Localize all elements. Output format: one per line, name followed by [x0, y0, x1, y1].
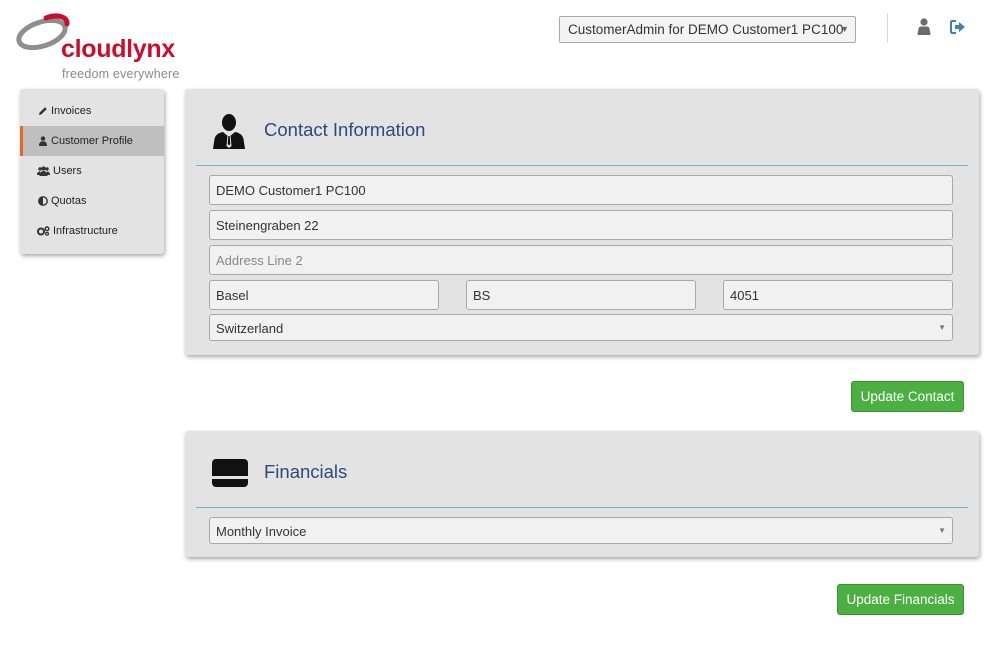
sidebar-item-label: Users — [53, 165, 82, 177]
panel-divider — [196, 507, 968, 508]
chevron-down-icon: ▼ — [840, 24, 849, 34]
users-icon — [37, 166, 50, 177]
billing-method-select[interactable]: Monthly Invoice ▼ — [209, 517, 953, 544]
cloudlynx-logo[interactable]: cloudlynx freedom everywhere — [14, 10, 194, 85]
customer-name-field[interactable]: DEMO Customer1 PC100 — [209, 175, 953, 205]
pencil-icon — [37, 106, 48, 117]
update-contact-button[interactable]: Update Contact — [851, 381, 964, 412]
contact-panel-title: Contact Information — [264, 119, 426, 140]
contact-panel: Contact Information DEMO Customer1 PC100… — [185, 89, 979, 355]
sidebar: Invoices Customer Profile Users Quotas I… — [20, 89, 164, 254]
sidebar-item-label: Customer Profile — [51, 135, 133, 147]
chevron-down-icon: ▼ — [938, 323, 946, 332]
chevron-down-icon: ▼ — [938, 526, 946, 535]
account-select-value: CustomerAdmin for DEMO Customer1 PC100 — [568, 22, 844, 37]
half-circle-icon — [37, 196, 48, 207]
user-icon — [37, 136, 48, 147]
header-divider — [887, 13, 888, 43]
account-select[interactable]: CustomerAdmin for DEMO Customer1 PC100 ▼ — [559, 16, 856, 43]
financials-panel-header: Financials — [185, 431, 979, 507]
panel-divider — [196, 165, 968, 166]
sidebar-item-label: Quotas — [51, 195, 87, 207]
financials-panel: Financials Monthly Invoice ▼ — [185, 431, 979, 557]
sign-out-icon[interactable] — [950, 18, 966, 36]
sidebar-item-users[interactable]: Users — [20, 156, 164, 186]
brand-tagline: freedom everywhere — [62, 67, 180, 81]
sidebar-item-label: Invoices — [51, 105, 92, 117]
cogs-icon — [37, 226, 50, 237]
financials-panel-title: Financials — [264, 461, 348, 482]
country-select[interactable]: Switzerland ▼ — [209, 314, 953, 341]
zip-field[interactable]: 4051 — [723, 280, 953, 310]
brand-name: cloudlynx — [61, 35, 175, 63]
address-line-1-field[interactable]: Steinengraben 22 — [209, 210, 953, 240]
city-field[interactable]: Basel — [209, 280, 439, 310]
country-select-value: Switzerland — [216, 321, 284, 336]
user-icon[interactable] — [916, 18, 932, 36]
sidebar-item-invoices[interactable]: Invoices — [20, 96, 164, 126]
sidebar-item-customer-profile[interactable]: Customer Profile — [20, 126, 164, 156]
contact-panel-header: Contact Information — [185, 89, 979, 165]
address-line-2-field[interactable]: Address Line 2 — [209, 245, 953, 275]
sidebar-item-infrastructure[interactable]: Infrastructure — [20, 216, 164, 246]
sidebar-item-label: Infrastructure — [53, 225, 118, 237]
person-icon — [213, 114, 245, 149]
sidebar-item-quotas[interactable]: Quotas — [20, 186, 164, 216]
state-field[interactable]: BS — [466, 280, 696, 310]
billing-method-value: Monthly Invoice — [216, 524, 307, 539]
update-financials-button[interactable]: Update Financials — [837, 584, 964, 615]
credit-card-icon — [212, 459, 248, 487]
